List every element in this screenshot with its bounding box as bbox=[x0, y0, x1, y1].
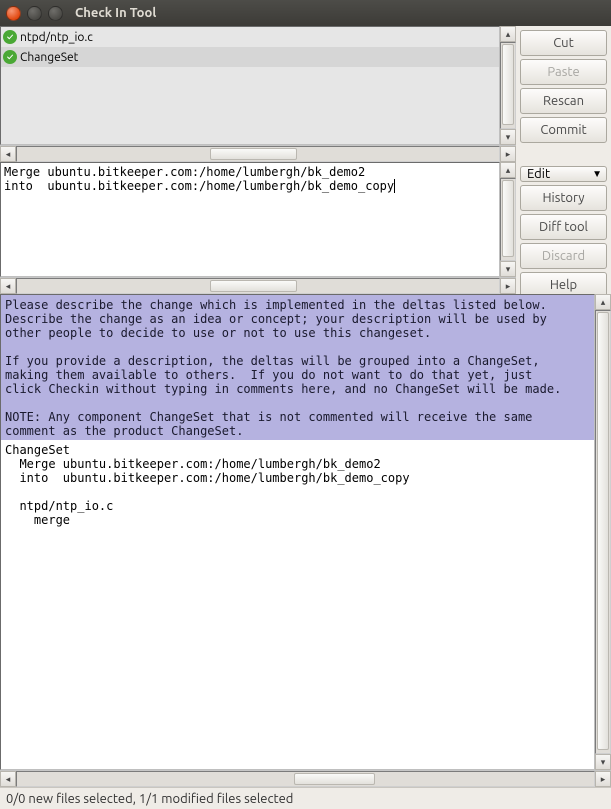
scroll-right-icon[interactable]: ▸ bbox=[500, 146, 516, 162]
description-area[interactable]: Please describe the change which is impl… bbox=[1, 295, 594, 769]
chevron-down-icon: ▼ bbox=[592, 168, 602, 180]
history-button[interactable]: History bbox=[520, 185, 607, 211]
comment-textarea[interactable]: Merge ubuntu.bitkeeper.com:/home/lumberg… bbox=[1, 163, 499, 276]
comment-hscroll[interactable]: ◂ ▸ bbox=[0, 277, 516, 294]
file-list[interactable]: ntpd/ntp_io.c ChangeSet bbox=[1, 27, 499, 144]
main: ntpd/ntp_io.c ChangeSet ▴ ▾ bbox=[0, 26, 611, 787]
file-list-hscroll[interactable]: ◂ ▸ bbox=[0, 145, 516, 162]
comment-vscroll[interactable]: ▴ ▾ bbox=[500, 162, 516, 277]
scroll-down-icon[interactable]: ▾ bbox=[500, 129, 516, 145]
scroll-up-icon[interactable]: ▴ bbox=[595, 294, 611, 310]
bottom-row: Please describe the change which is impl… bbox=[0, 294, 611, 787]
close-icon[interactable] bbox=[6, 6, 21, 21]
status-text: 0/0 new files selected, 1/1 modified fil… bbox=[6, 792, 293, 806]
window-title: Check In Tool bbox=[75, 6, 156, 20]
scroll-up-icon[interactable]: ▴ bbox=[500, 26, 516, 42]
button-column: Cut Paste Rescan Commit bbox=[516, 26, 611, 162]
text-caret-icon bbox=[394, 179, 395, 193]
check-icon bbox=[3, 30, 17, 44]
scroll-left-icon[interactable]: ◂ bbox=[0, 771, 16, 787]
file-name: ChangeSet bbox=[20, 51, 78, 64]
comment-textarea-wrap: Merge ubuntu.bitkeeper.com:/home/lumberg… bbox=[0, 162, 500, 277]
scroll-up-icon[interactable]: ▴ bbox=[500, 162, 516, 178]
file-row[interactable]: ntpd/ntp_io.c bbox=[1, 27, 499, 47]
titlebar: Check In Tool bbox=[0, 0, 611, 26]
commit-button[interactable]: Commit bbox=[520, 117, 607, 143]
paste-button: Paste bbox=[520, 59, 607, 85]
scroll-down-icon[interactable]: ▾ bbox=[500, 261, 516, 277]
description-help-text: Please describe the change which is impl… bbox=[1, 295, 594, 440]
description-body: ChangeSet Merge ubuntu.bitkeeper.com:/ho… bbox=[1, 440, 594, 530]
discard-button: Discard bbox=[520, 243, 607, 269]
rescan-button[interactable]: Rescan bbox=[520, 88, 607, 114]
mid-row: Merge ubuntu.bitkeeper.com:/home/lumberg… bbox=[0, 162, 611, 294]
maximize-icon[interactable] bbox=[48, 6, 63, 21]
comment-line: Merge ubuntu.bitkeeper.com:/home/lumberg… bbox=[4, 165, 365, 179]
description-vscroll[interactable]: ▴ ▾ bbox=[595, 294, 611, 770]
scroll-left-icon[interactable]: ◂ bbox=[0, 278, 16, 294]
comment-line: into ubuntu.bitkeeper.com:/home/lumbergh… bbox=[4, 179, 394, 193]
file-name: ntpd/ntp_io.c bbox=[20, 31, 93, 44]
cut-button[interactable]: Cut bbox=[520, 30, 607, 56]
scroll-down-icon[interactable]: ▾ bbox=[595, 754, 611, 770]
button-column-2: Edit ▼ History Diff tool Discard Help Qu… bbox=[516, 162, 611, 294]
file-list-panel: ntpd/ntp_io.c ChangeSet bbox=[0, 26, 500, 145]
edit-dropdown-label: Edit bbox=[527, 167, 550, 181]
statusbar: 0/0 new files selected, 1/1 modified fil… bbox=[0, 787, 611, 809]
file-list-vscroll[interactable]: ▴ ▾ bbox=[500, 26, 516, 145]
scroll-right-icon[interactable]: ▸ bbox=[500, 278, 516, 294]
scroll-left-icon[interactable]: ◂ bbox=[0, 146, 16, 162]
top-row: ntpd/ntp_io.c ChangeSet ▴ ▾ bbox=[0, 26, 611, 162]
scroll-right-icon[interactable]: ▸ bbox=[595, 771, 611, 787]
check-icon bbox=[3, 50, 17, 64]
description-hscroll[interactable]: ◂ ▸ bbox=[0, 770, 611, 787]
minimize-icon[interactable] bbox=[27, 6, 42, 21]
diff-tool-button[interactable]: Diff tool bbox=[520, 214, 607, 240]
description-panel: Please describe the change which is impl… bbox=[0, 294, 595, 770]
file-row[interactable]: ChangeSet bbox=[1, 47, 499, 67]
edit-dropdown[interactable]: Edit ▼ bbox=[520, 166, 607, 182]
